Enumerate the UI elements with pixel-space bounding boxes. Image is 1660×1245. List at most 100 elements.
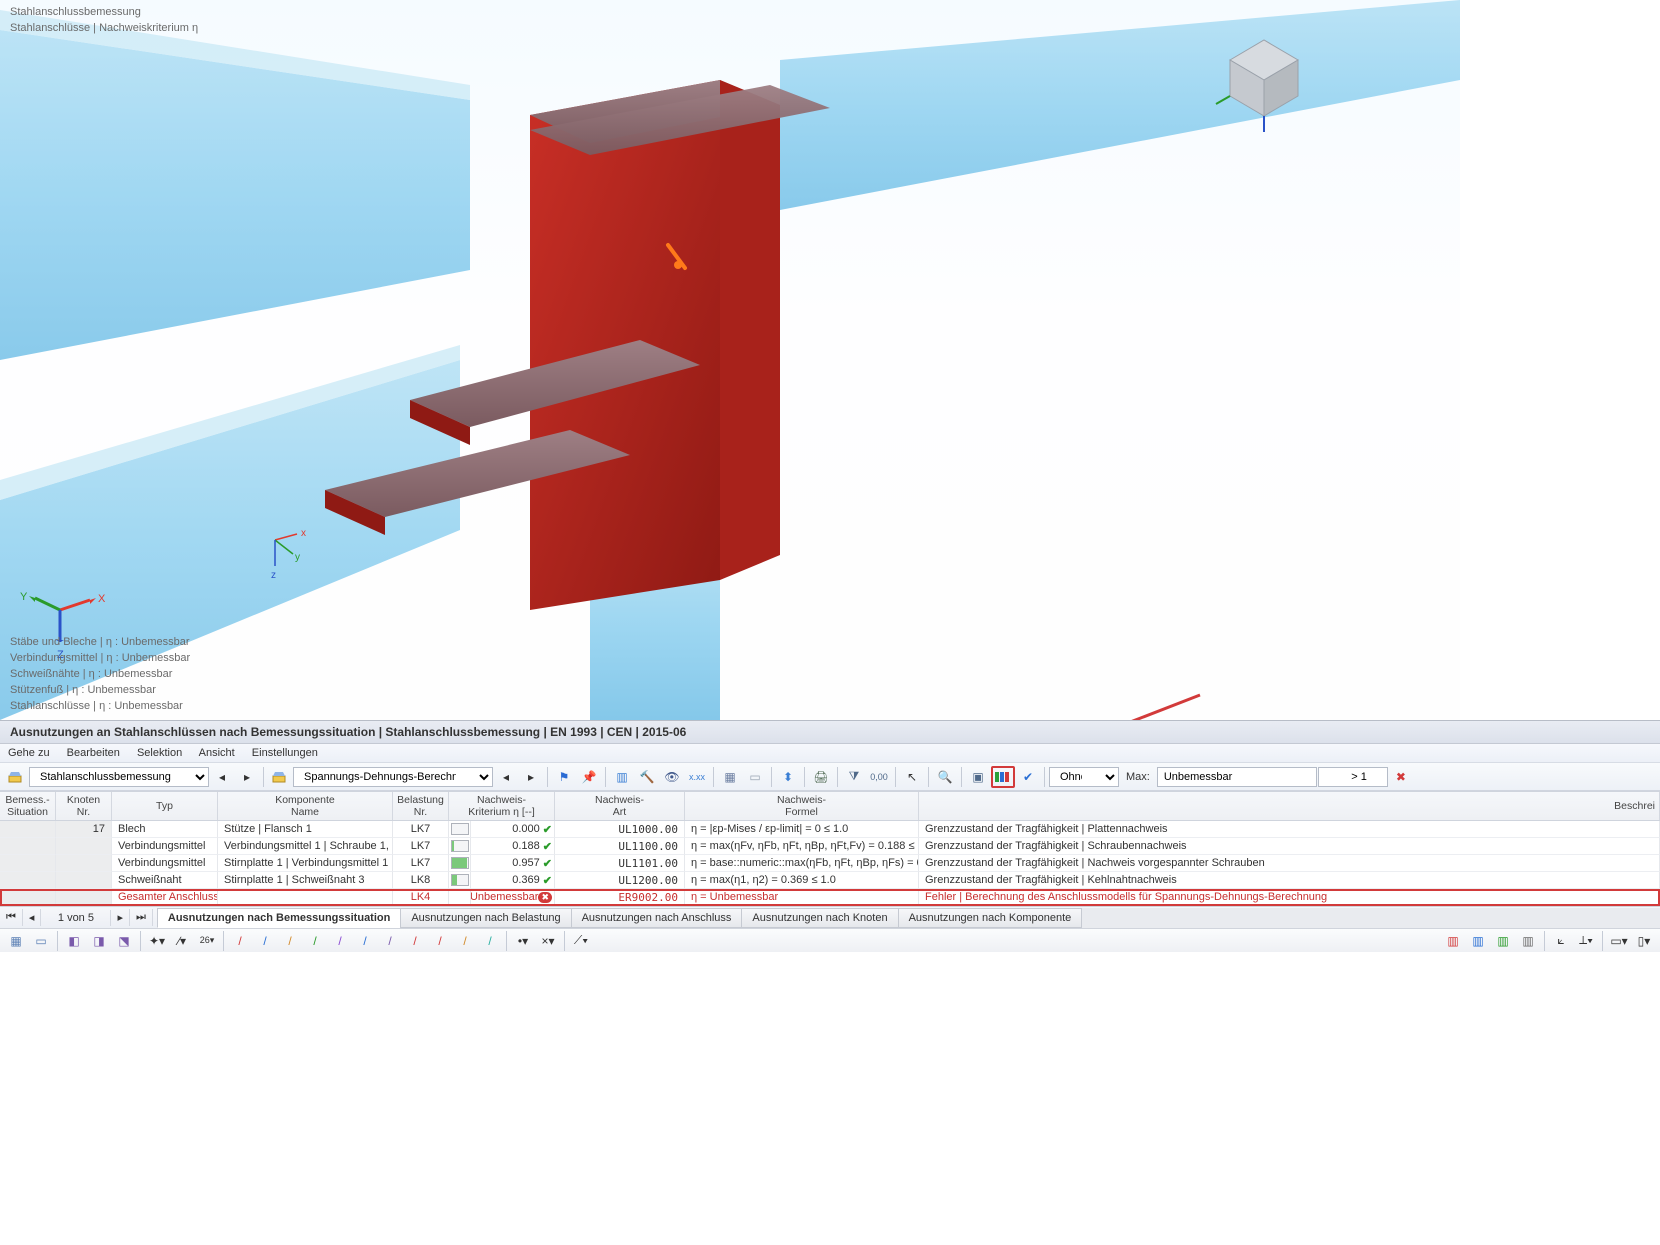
bt-node-icon[interactable]: ✦▾ bbox=[145, 930, 169, 952]
tool-decimal2-icon[interactable]: 0,00 bbox=[867, 766, 891, 788]
table-row[interactable]: 17BlechStütze | Flansch 1LK70.000✔UL1000… bbox=[0, 821, 1660, 838]
bt-c6-icon[interactable]: / bbox=[353, 930, 377, 952]
tab-0[interactable]: Ausnutzungen nach Bemessungssituation bbox=[157, 908, 401, 928]
th-situation[interactable]: Bemess.- Situation bbox=[0, 792, 56, 820]
bt-axis-icon[interactable]: ⟀ bbox=[1549, 930, 1573, 952]
max-value-field[interactable] bbox=[1157, 767, 1317, 787]
bt-c7-icon[interactable]: / bbox=[378, 930, 402, 952]
bt-c11-icon[interactable]: / bbox=[478, 930, 502, 952]
bottom-toolbar: ▦ ▭ ◧ ◨ ⬔ ✦▾ ∕▾ 26▾ / / / / / / / / / / … bbox=[0, 928, 1660, 952]
bt-tool1-icon[interactable]: ◧ bbox=[62, 930, 86, 952]
tool-sort-icon[interactable]: ⬍ bbox=[776, 766, 800, 788]
th-kriterium[interactable]: Nachweis- Kriterium η [--] bbox=[449, 792, 555, 820]
th-belastung[interactable]: Belastung Nr. bbox=[393, 792, 449, 820]
tool-blue-check-icon[interactable]: ✔ bbox=[1016, 766, 1040, 788]
design-type-combo[interactable]: Stahlanschlussbemessung bbox=[29, 767, 209, 787]
result-tabs: Ausnutzungen nach BemessungssituationAus… bbox=[157, 908, 1660, 928]
tab-4[interactable]: Ausnutzungen nach Komponente bbox=[898, 908, 1083, 928]
bt-r2-icon[interactable]: ▥ bbox=[1466, 930, 1490, 952]
tab-3[interactable]: Ausnutzungen nach Knoten bbox=[741, 908, 898, 928]
tool-columns-icon[interactable]: ▥ bbox=[610, 766, 634, 788]
bt-layers-icon[interactable]: ▦ bbox=[4, 930, 28, 952]
th-beschreibung[interactable]: Beschrei bbox=[919, 792, 1660, 820]
tab-2[interactable]: Ausnutzungen nach Anschluss bbox=[571, 908, 743, 928]
bt-c9-icon[interactable]: / bbox=[428, 930, 452, 952]
bt-tool2-icon[interactable]: ◨ bbox=[87, 930, 111, 952]
table-row[interactable]: SchweißnahtStirnplatte 1 | Schweißnaht 3… bbox=[0, 872, 1660, 889]
menu-view[interactable]: Ansicht bbox=[199, 747, 235, 759]
bt-frame-icon[interactable]: ▭▾ bbox=[1607, 930, 1631, 952]
th-komponente[interactable]: Komponente Name bbox=[218, 792, 393, 820]
menu-selection[interactable]: Selektion bbox=[137, 747, 182, 759]
bt-slash-icon[interactable]: ⟋▾ bbox=[569, 930, 593, 952]
bt-c10-icon[interactable]: / bbox=[453, 930, 477, 952]
table-row[interactable]: Gesamter AnschlussLK4Unbemessbar ✖ER9002… bbox=[0, 889, 1660, 906]
calculation-type-combo[interactable]: Spannungs-Dehnungs-Berechnung bbox=[293, 767, 493, 787]
menu-goto[interactable]: Gehe zu bbox=[8, 747, 50, 759]
bt-r4-icon[interactable]: ▥ bbox=[1516, 930, 1540, 952]
tab-1[interactable]: Ausnutzungen nach Belastung bbox=[400, 908, 571, 928]
nav-prev-icon[interactable]: ◂ bbox=[210, 766, 234, 788]
results-panel-title: Ausnutzungen an Stahlanschlüssen nach Be… bbox=[0, 720, 1660, 744]
legend-4: Stützenfuß | η : Unbemessbar bbox=[10, 684, 156, 696]
bt-dot2-icon[interactable]: ×▾ bbox=[536, 930, 560, 952]
bt-c8-icon[interactable]: / bbox=[403, 930, 427, 952]
tool-hammer-icon[interactable]: 🔨 bbox=[635, 766, 659, 788]
tool-colored-highlighted-icon[interactable] bbox=[991, 766, 1015, 788]
tool-icon-2[interactable] bbox=[268, 766, 292, 788]
tool-search-icon[interactable]: 🔍 bbox=[933, 766, 957, 788]
threshold-field[interactable] bbox=[1318, 767, 1388, 787]
nav-next-icon[interactable]: ▸ bbox=[235, 766, 259, 788]
tool-print-icon[interactable]: 🖨 bbox=[809, 766, 833, 788]
svg-text:z: z bbox=[271, 570, 276, 581]
bt-r3-icon[interactable]: ▥ bbox=[1491, 930, 1515, 952]
flag-blue-icon[interactable]: ⚑ bbox=[552, 766, 576, 788]
bt-c3-icon[interactable]: / bbox=[278, 930, 302, 952]
th-formel[interactable]: Nachweis- Formel bbox=[685, 792, 919, 820]
bt-c1-icon[interactable]: / bbox=[228, 930, 252, 952]
th-typ[interactable]: Typ bbox=[112, 792, 218, 820]
tool-eye-icon[interactable]: 👁 bbox=[660, 766, 684, 788]
flag-pin-icon[interactable]: 📌 bbox=[577, 766, 601, 788]
table-row[interactable]: VerbindungsmittelVerbindungsmittel 1 | S… bbox=[0, 838, 1660, 855]
legend-2: Verbindungsmittel | η : Unbemessbar bbox=[10, 652, 190, 664]
bt-frame2-icon[interactable]: ▯▾ bbox=[1632, 930, 1656, 952]
bt-window-icon[interactable]: ▭ bbox=[29, 930, 53, 952]
th-art[interactable]: Nachweis- Art bbox=[555, 792, 685, 820]
bt-c4-icon[interactable]: / bbox=[303, 930, 327, 952]
svg-text:X: X bbox=[98, 593, 106, 605]
bt-tool3-icon[interactable]: ⬔ bbox=[112, 930, 136, 952]
table-body: 17BlechStütze | Flansch 1LK70.000✔UL1000… bbox=[0, 821, 1660, 906]
nav-first-icon[interactable]: ⏮ bbox=[0, 909, 23, 926]
bt-axis2-icon[interactable]: ⟂▾ bbox=[1574, 930, 1598, 952]
viewport-3d[interactable]: x y z X Y Z Stahlanschlussbemessung Stah… bbox=[0, 0, 1460, 720]
bt-line-icon[interactable]: ∕▾ bbox=[170, 930, 194, 952]
bt-num-icon[interactable]: 26▾ bbox=[195, 930, 219, 952]
nav-back-icon[interactable]: ◂ bbox=[23, 909, 42, 926]
nav-last-icon[interactable]: ⏭ bbox=[130, 909, 153, 926]
menu-settings[interactable]: Einstellungen bbox=[252, 747, 318, 759]
table-header: Bemess.- Situation Knoten Nr. Typ Kompon… bbox=[0, 791, 1660, 821]
tool-decimal-icon[interactable]: x.xx bbox=[685, 766, 709, 788]
record-nav: ⏮ ◂ 1 von 5 ▸ ⏭ Ausnutzungen nach Bemess… bbox=[0, 906, 1660, 928]
bt-c2-icon[interactable]: / bbox=[253, 930, 277, 952]
legend-3: Schweißnähte | η : Unbemessbar bbox=[10, 668, 172, 680]
th-knoten[interactable]: Knoten Nr. bbox=[56, 792, 112, 820]
tool-filter-icon[interactable]: ⧩ bbox=[842, 766, 866, 788]
tool-window-icon[interactable]: ▭ bbox=[743, 766, 767, 788]
bt-r1-icon[interactable]: ▥ bbox=[1441, 930, 1465, 952]
nav-next2-icon[interactable]: ▸ bbox=[519, 766, 543, 788]
tool-table-icon[interactable]: ▦ bbox=[718, 766, 742, 788]
tool-icon-1[interactable] bbox=[4, 766, 28, 788]
nav-prev2-icon[interactable]: ◂ bbox=[494, 766, 518, 788]
filter-none-combo[interactable]: Ohne bbox=[1049, 767, 1119, 787]
tool-select-icon[interactable]: ▣ bbox=[966, 766, 990, 788]
bt-dot1-icon[interactable]: •▾ bbox=[511, 930, 535, 952]
error-icon[interactable]: ✖ bbox=[1389, 766, 1413, 788]
table-row[interactable]: VerbindungsmittelStirnplatte 1 | Verbind… bbox=[0, 855, 1660, 872]
bt-c5-icon[interactable]: / bbox=[328, 930, 352, 952]
menu-edit[interactable]: Bearbeiten bbox=[67, 747, 120, 759]
tool-cursor-icon[interactable]: ↖ bbox=[900, 766, 924, 788]
nav-forward-icon[interactable]: ▸ bbox=[111, 909, 130, 926]
viewport-title-2: Stahlanschlüsse | Nachweiskriterium η bbox=[10, 22, 198, 34]
